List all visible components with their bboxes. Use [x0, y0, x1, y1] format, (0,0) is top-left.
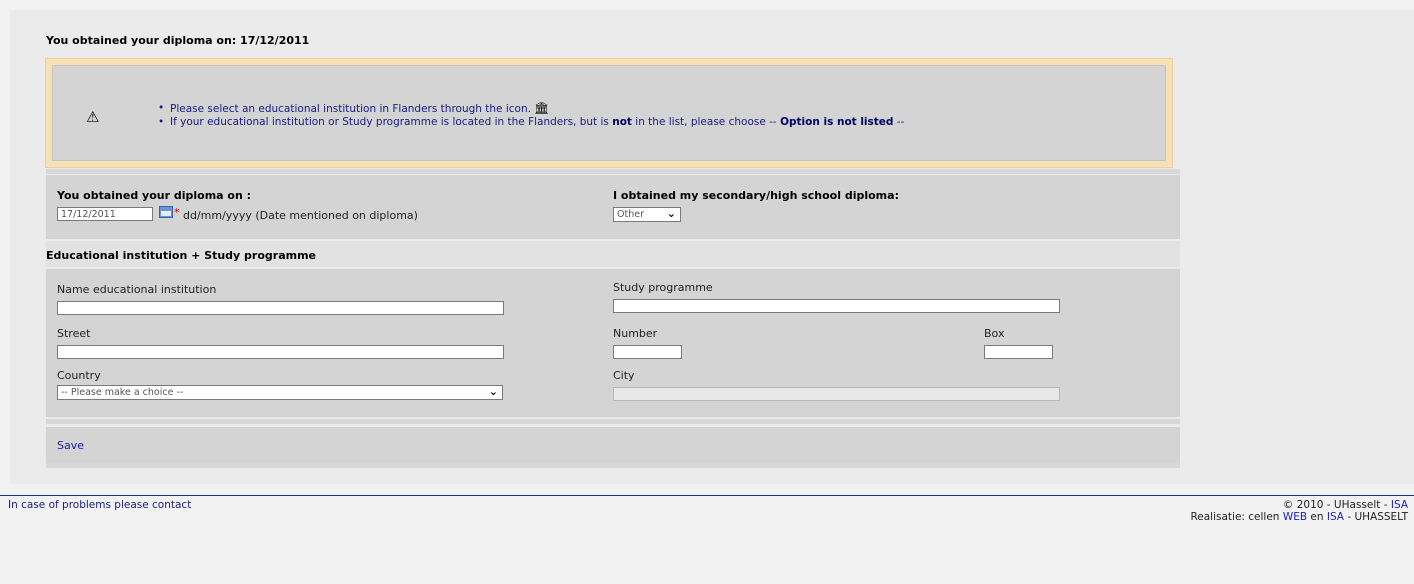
divider: [46, 169, 1180, 174]
date-format-hint: dd/mm/yyyy (Date mentioned on diploma): [183, 209, 418, 222]
warning-item: If your educational institution or Study…: [158, 116, 904, 129]
secondary-diploma-select[interactable]: Other ⌄: [613, 207, 681, 222]
footer-text: Realisatie: cellen: [1190, 511, 1283, 523]
country-value: -- Please make a choice --: [61, 387, 184, 398]
chevron-down-icon: ⌄: [488, 385, 498, 398]
warning-item-text: in the list, please choose: [631, 116, 770, 128]
warning-item-text: --: [893, 116, 905, 128]
institution-name-input[interactable]: [57, 301, 504, 315]
warning-triangle-icon: ⚠: [86, 108, 100, 126]
country-label: Country: [57, 369, 101, 382]
warning-item: Please select an educational institution…: [158, 102, 904, 116]
warning-box: ⚠ Please select an educational instituti…: [45, 58, 1173, 168]
web-link[interactable]: WEB: [1283, 511, 1307, 523]
isa-link[interactable]: ISA: [1391, 499, 1408, 511]
section-header: Educational institution + Study programm…: [46, 241, 1180, 267]
institution-name-label: Name educational institution: [57, 283, 217, 296]
footer-text: - UHASSELT: [1343, 511, 1408, 523]
warning-option-name: Option is not listed: [780, 116, 894, 128]
secondary-diploma-label: I obtained my secondary/high school dipl…: [613, 189, 899, 202]
divider: [46, 419, 1180, 424]
warning-item-text: --: [769, 116, 781, 128]
box-label: Box: [984, 327, 1005, 340]
city-label: City: [613, 369, 635, 382]
warning-box-inner: ⚠ Please select an educational instituti…: [52, 65, 1166, 161]
country-select[interactable]: -- Please make a choice -- ⌄: [57, 385, 503, 400]
footer-copyright-line: © 2010 - UHasselt - ISA: [1190, 499, 1408, 511]
warning-list: Please select an educational institution…: [158, 102, 904, 130]
chevron-down-icon: ⌄: [666, 207, 676, 220]
warning-item-text: If your educational institution or Study…: [170, 116, 613, 128]
save-panel: Save: [46, 427, 1180, 463]
street-input[interactable]: [57, 345, 504, 359]
secondary-diploma-value: Other: [617, 209, 644, 220]
calendar-icon[interactable]: [159, 206, 173, 218]
isa-link[interactable]: ISA: [1327, 511, 1344, 523]
divider: [46, 463, 1180, 468]
required-marker: *: [174, 206, 180, 219]
page-content: You obtained your diploma on: 17/12/2011…: [10, 10, 1414, 484]
footer-credits: © 2010 - UHasselt - ISA Realisatie: cell…: [1190, 499, 1408, 523]
study-programme-label: Study programme: [613, 281, 713, 294]
save-button[interactable]: Save: [57, 439, 84, 452]
warning-item-text: Please select an educational institution…: [170, 103, 531, 115]
page-title: You obtained your diploma on: 17/12/2011: [46, 34, 310, 47]
footer-text: en: [1307, 511, 1327, 523]
footer-divider: [0, 495, 1414, 496]
institution-panel: Name educational institution Study progr…: [46, 269, 1180, 417]
diploma-panel: You obtained your diploma on : 17/12/201…: [46, 175, 1180, 239]
footer-realisatie-line: Realisatie: cellen WEB en ISA - UHASSELT: [1190, 511, 1408, 523]
warning-emphasis: not: [612, 116, 632, 128]
diploma-date-label: You obtained your diploma on :: [57, 189, 252, 202]
footer-contact[interactable]: In case of problems please contact: [8, 499, 191, 511]
street-label: Street: [57, 327, 91, 340]
box-input[interactable]: [984, 345, 1053, 359]
diploma-date-input[interactable]: 17/12/2011: [57, 207, 153, 221]
city-input: [613, 387, 1060, 401]
section-title: Educational institution + Study programm…: [46, 249, 317, 262]
number-input[interactable]: [613, 345, 682, 359]
footer-copyright: © 2010 - UHasselt -: [1282, 499, 1391, 511]
number-label: Number: [613, 327, 658, 340]
institution-icon[interactable]: 🏛: [534, 101, 549, 115]
study-programme-input[interactable]: [613, 299, 1060, 313]
